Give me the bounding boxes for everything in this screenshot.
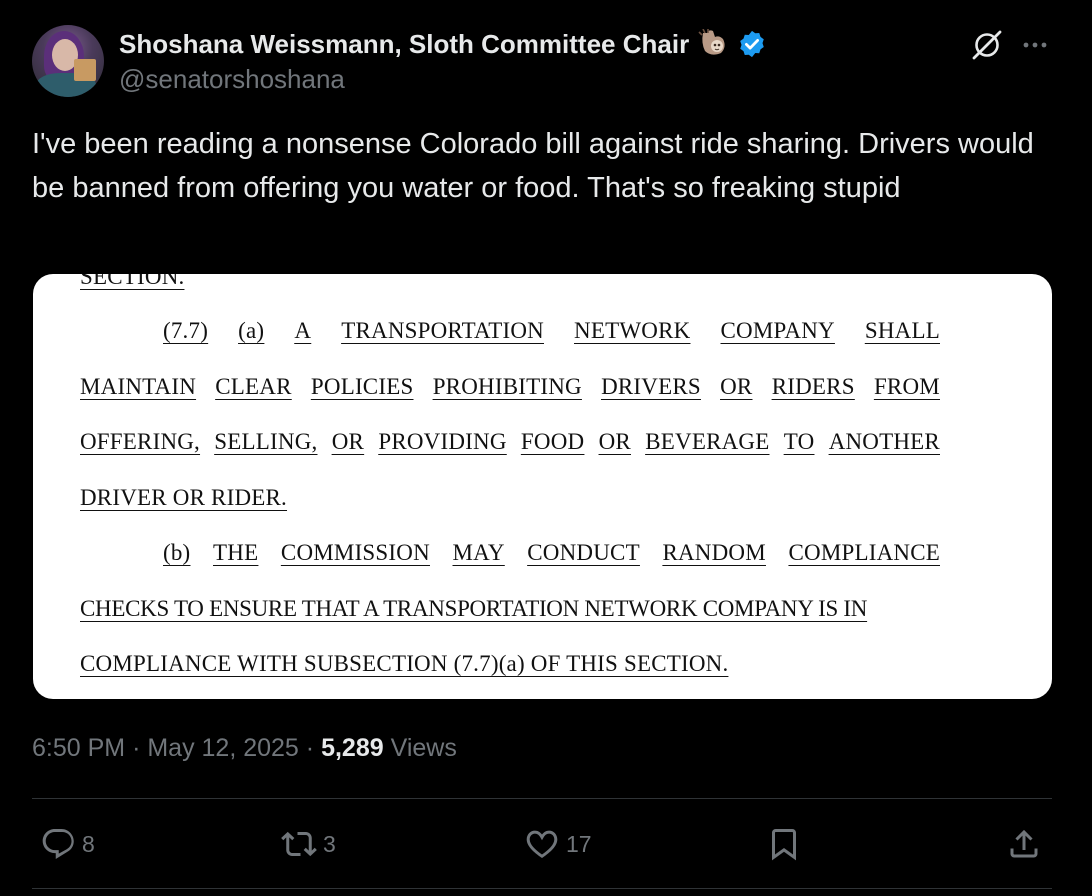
share-button[interactable] bbox=[1006, 824, 1042, 864]
doc-line-7-7-a: (7.7) (a) A TRANSPORTATION NETWORK COMPA… bbox=[163, 318, 940, 343]
verified-badge-icon bbox=[740, 30, 764, 58]
divider bbox=[32, 798, 1052, 799]
more-options-icon[interactable] bbox=[1020, 30, 1050, 60]
author-handle[interactable]: @senatorshoshana bbox=[119, 64, 345, 95]
like-button[interactable]: 17 bbox=[524, 824, 592, 864]
views-label: Views bbox=[390, 734, 457, 762]
bookmark-icon bbox=[772, 829, 796, 861]
bookmark-button[interactable] bbox=[766, 824, 802, 864]
views-count: 5,289 bbox=[321, 734, 384, 762]
tweet-text: I've been reading a nonsense Colorado bi… bbox=[32, 128, 1034, 204]
divider bbox=[32, 888, 1052, 889]
reply-count: 8 bbox=[82, 830, 95, 857]
doc-line-driver-or-rider: DRIVER OR RIDER. bbox=[80, 485, 288, 510]
like-count: 17 bbox=[566, 830, 592, 857]
doc-line-maintain: MAINTAIN CLEAR POLICIES PROHIBITING DRIV… bbox=[80, 374, 940, 399]
sloth-icon bbox=[698, 29, 725, 55]
repost-icon bbox=[281, 831, 317, 857]
reply-button[interactable]: 8 bbox=[40, 824, 95, 864]
tweet-time[interactable]: 6:50 PM bbox=[32, 734, 125, 762]
tweet-metadata: 6:50 PM · May 12, 2025 · 5,289 Views bbox=[32, 734, 457, 763]
doc-line-b: (b) THE COMMISSION MAY CONDUCT RANDOM CO… bbox=[163, 540, 940, 565]
meta-separator: · bbox=[305, 734, 322, 762]
grok-icon[interactable] bbox=[970, 28, 1004, 62]
doc-line-section: SECTION. bbox=[80, 274, 185, 289]
repost-button[interactable]: 3 bbox=[281, 824, 336, 864]
attached-document-image[interactable]: SECTION. (7.7) (a) A TRANSPORTATION NETW… bbox=[33, 274, 1052, 699]
reply-icon bbox=[42, 829, 74, 859]
author-name-row[interactable]: Shoshana Weissmann, Sloth Committee Chai… bbox=[119, 27, 767, 61]
tweet-date[interactable]: May 12, 2025 bbox=[147, 734, 299, 762]
doc-line-checks: CHECKS TO ENSURE THAT A TRANSPORTATION N… bbox=[80, 596, 868, 621]
doc-line-offering: OFFERING, SELLING, OR PROVIDING FOOD OR … bbox=[80, 429, 940, 454]
meta-separator: · bbox=[132, 734, 148, 762]
avatar[interactable] bbox=[32, 25, 104, 97]
doc-line-compliance: COMPLIANCE WITH SUBSECTION (7.7)(a) OF T… bbox=[80, 651, 729, 676]
author-display-name[interactable]: Shoshana Weissmann, Sloth Committee Chai… bbox=[119, 29, 689, 60]
heart-icon bbox=[526, 830, 558, 858]
repost-count: 3 bbox=[323, 830, 336, 857]
share-icon bbox=[1010, 829, 1038, 858]
